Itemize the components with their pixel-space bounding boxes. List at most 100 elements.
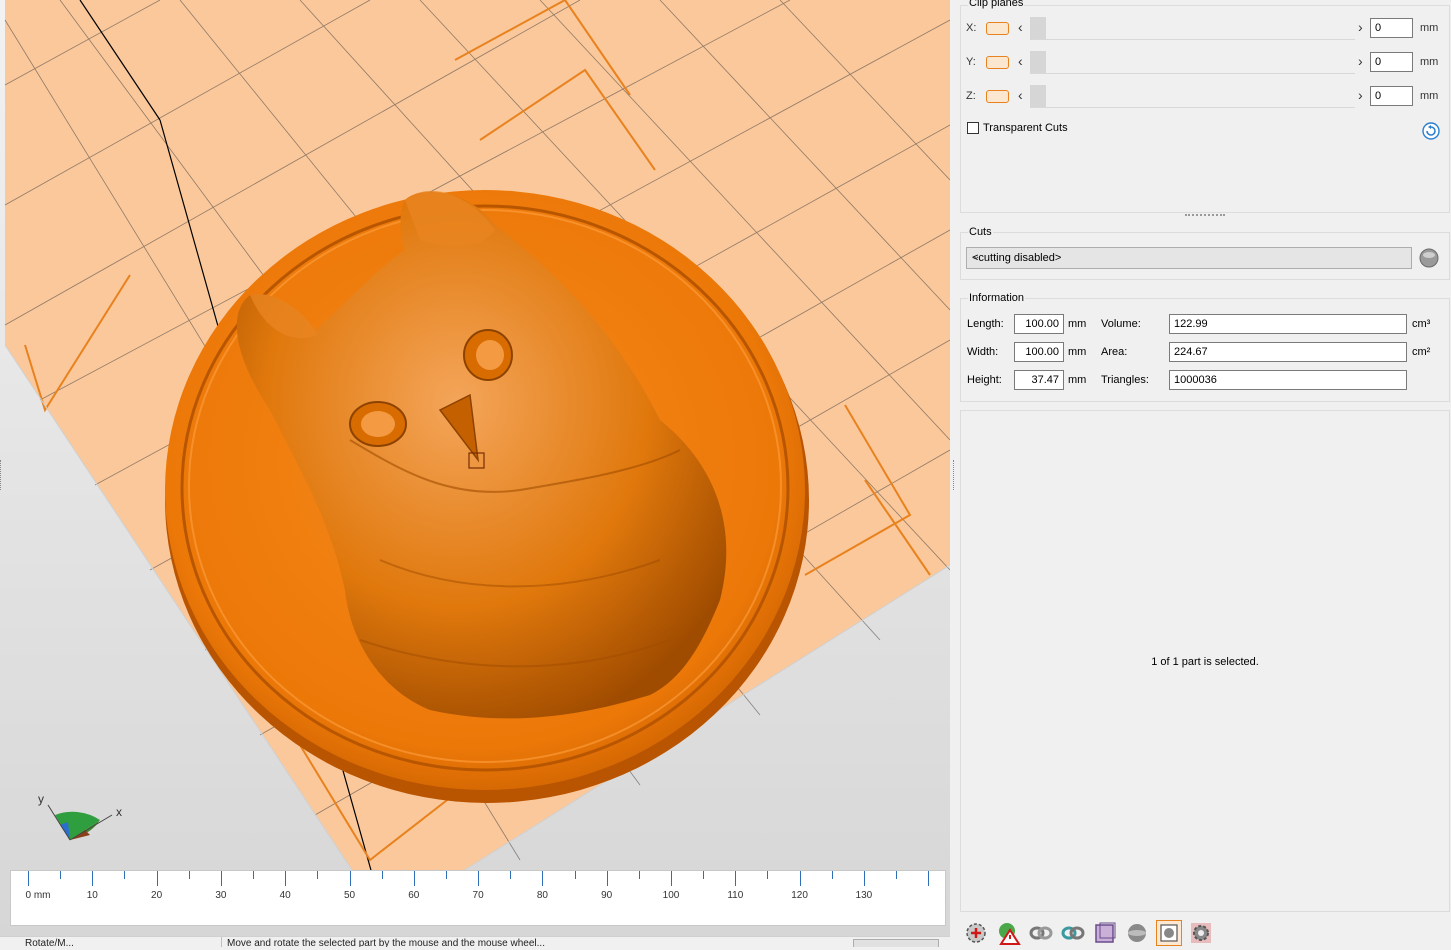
repair-icon[interactable]: [1028, 920, 1054, 946]
chevron-right-icon[interactable]: ›: [1358, 19, 1363, 35]
cuts-title: Cuts: [968, 226, 993, 238]
status-bar: Rotate/M... Move and rotate the selected…: [0, 936, 950, 947]
clip-y-slider-thumb[interactable]: [1030, 51, 1046, 73]
clip-planes-title: Clip planes: [968, 0, 1025, 9]
height-field[interactable]: [1014, 370, 1064, 390]
ruler-label: 10: [86, 890, 98, 901]
ruler-label: 110: [727, 890, 744, 901]
area-unit: cm²: [1412, 346, 1431, 358]
axis-x-label: x: [116, 805, 122, 819]
chevron-right-icon[interactable]: ›: [1358, 53, 1363, 69]
information-title: Information: [968, 292, 1026, 304]
link-icon[interactable]: [1060, 920, 1086, 946]
volume-label: Volume:: [1101, 318, 1141, 330]
3d-viewport[interactable]: y x 0 mm 10 20 30 40 50 60 70 80 90 100 110 120 130 R…: [0, 0, 950, 947]
ruler-tick: [735, 871, 737, 886]
volume-field[interactable]: [1169, 314, 1407, 334]
area-label: Area:: [1101, 346, 1128, 358]
cut-settings-icon[interactable]: [1417, 247, 1441, 269]
ruler-label: 90: [601, 890, 613, 901]
chevron-right-icon[interactable]: ›: [1358, 87, 1363, 103]
ruler-tick: [703, 871, 705, 879]
selection-message: 1 of 1 part is selected.: [1151, 656, 1259, 668]
select-icon[interactable]: [1156, 920, 1182, 946]
right-panel: Clip planes X: ‹ › mm Y: ‹ › mm Z: ‹ › m…: [960, 0, 1451, 947]
clip-x-unit: mm: [1420, 22, 1439, 34]
left-splitter-grip[interactable]: [0, 460, 3, 490]
length-unit: mm: [1068, 318, 1087, 330]
clip-z-slider-thumb[interactable]: [1030, 85, 1046, 107]
ruler-tick: [638, 871, 640, 879]
cuts-dropdown[interactable]: <cutting disabled> ⌄: [966, 247, 1412, 269]
ruler-tick: [831, 871, 833, 879]
clip-x-color-swatch[interactable]: [986, 22, 1009, 35]
length-field[interactable]: [1014, 314, 1064, 334]
clip-y-color-swatch[interactable]: [986, 56, 1009, 69]
ruler-tick: [896, 871, 898, 879]
ruler-tick: [349, 871, 351, 886]
sphere-icon[interactable]: [1124, 920, 1150, 946]
ruler-label: 120: [791, 890, 808, 901]
clip-x-slider[interactable]: [1030, 17, 1355, 40]
ruler-tick: [92, 871, 94, 886]
ruler-tick: [253, 871, 255, 879]
ruler-tick: [317, 871, 319, 879]
ruler-tick: [606, 871, 608, 886]
ruler-label: 20: [151, 890, 163, 901]
ruler-tick: [542, 871, 544, 886]
area-field[interactable]: [1169, 342, 1407, 362]
ruler-label: 100: [662, 890, 680, 901]
clip-x-slider-thumb[interactable]: [1030, 17, 1046, 39]
chevron-left-icon[interactable]: ‹: [1018, 19, 1023, 35]
ruler-tick: [156, 871, 158, 886]
status-button[interactable]: [853, 939, 939, 947]
scene-render[interactable]: y x: [0, 0, 950, 947]
ruler-label: 30: [215, 890, 227, 901]
clip-x-label: X:: [966, 22, 977, 34]
settings-icon[interactable]: [1188, 920, 1214, 946]
clip-z-color-swatch[interactable]: [986, 90, 1009, 103]
clip-x-input[interactable]: [1370, 18, 1413, 38]
width-label: Width:: [967, 346, 999, 358]
chevron-left-icon[interactable]: ‹: [1018, 53, 1023, 69]
horizontal-splitter-grip[interactable]: [1185, 214, 1225, 218]
status-mode: Rotate/M...: [25, 938, 74, 947]
ruler-tick: [445, 871, 447, 879]
ruler-tick: [574, 871, 576, 879]
chevron-down-icon: ⌄: [972, 251, 981, 262]
ruler-tick: [767, 871, 769, 879]
ruler-tick: [124, 871, 126, 879]
chevron-left-icon[interactable]: ‹: [1018, 87, 1023, 103]
clip-y-unit: mm: [1420, 56, 1439, 68]
box-icon[interactable]: [1092, 920, 1118, 946]
ruler-tick: [188, 871, 190, 879]
ruler-tick: [220, 871, 222, 886]
warning-icon[interactable]: [996, 920, 1022, 946]
triangles-field[interactable]: [1169, 370, 1407, 390]
add-part-icon[interactable]: [963, 920, 989, 946]
ruler-tick: [928, 871, 930, 886]
ruler-tick: [863, 871, 865, 886]
clip-z-input[interactable]: [1370, 86, 1413, 106]
width-unit: mm: [1068, 346, 1087, 358]
clip-row-x: X: ‹ › mm: [966, 17, 1439, 41]
clip-y-label: Y:: [966, 56, 976, 68]
transparent-cuts-label: Transparent Cuts: [983, 122, 1068, 134]
ruler-label: 0 mm: [25, 890, 51, 901]
ruler-label: 50: [343, 890, 356, 901]
clip-y-slider[interactable]: [1030, 51, 1355, 74]
ruler-tick: [413, 871, 415, 886]
ruler-tick: [671, 871, 672, 886]
axis-y-label: y: [38, 792, 44, 806]
reset-icon[interactable]: [1422, 122, 1440, 140]
height-unit: mm: [1068, 374, 1087, 386]
ruler-label: 40: [279, 890, 291, 901]
vertical-splitter[interactable]: [950, 0, 960, 947]
width-field[interactable]: [1014, 342, 1064, 362]
clip-y-input[interactable]: [1370, 52, 1413, 72]
transparent-cuts-checkbox[interactable]: [967, 122, 979, 134]
ruler-tick: [285, 871, 287, 886]
measurement-ruler: 0 mm 10 20 30 40 50 60 70 80 90 100 110 120 130: [10, 870, 946, 926]
ruler-tick: [381, 871, 383, 879]
clip-z-slider[interactable]: [1030, 85, 1355, 108]
